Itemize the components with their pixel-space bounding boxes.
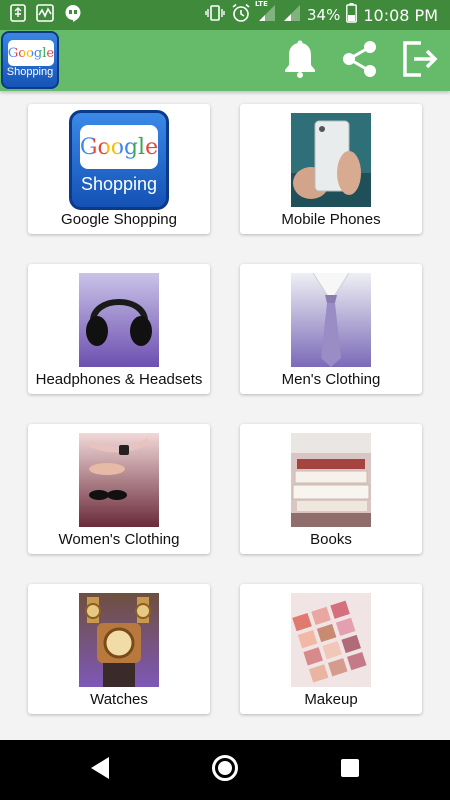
- home-icon: [211, 754, 239, 786]
- usb-icon: [10, 4, 26, 26]
- category-card-headphones[interactable]: Headphones & Headsets: [28, 264, 210, 394]
- app-logo[interactable]: Google Shopping: [1, 31, 59, 89]
- signal-icon: [283, 4, 301, 26]
- logo-subtitle: Shopping: [6, 66, 54, 78]
- app-bar: Google Shopping: [0, 30, 450, 91]
- recents-button[interactable]: [320, 740, 380, 800]
- category-label: Men's Clothing: [281, 371, 381, 388]
- back-button[interactable]: [70, 740, 130, 800]
- mobile-phones-image: [291, 113, 371, 207]
- category-card-womens-clothing[interactable]: Women's Clothing: [28, 424, 210, 554]
- alarm-icon: [231, 3, 251, 27]
- category-card-mobile-phones[interactable]: Mobile Phones: [240, 104, 422, 234]
- bell-icon: [282, 40, 318, 82]
- category-card-mens-clothing[interactable]: Men's Clothing: [240, 264, 422, 394]
- category-label: Headphones & Headsets: [35, 371, 203, 388]
- status-bar: LTE 34% 10:08 PM: [0, 0, 450, 30]
- headphones-image: [79, 273, 159, 367]
- mens-clothing-image: [291, 273, 371, 367]
- notifications-button[interactable]: [270, 30, 330, 91]
- category-label: Books: [310, 531, 352, 548]
- battery-icon: [346, 3, 358, 27]
- share-button[interactable]: [330, 30, 390, 91]
- category-card-google-shopping[interactable]: Google Shopping Google Shopping: [28, 104, 210, 234]
- category-label: Makeup: [304, 691, 358, 708]
- category-card-makeup[interactable]: Makeup: [240, 584, 422, 714]
- category-label: Watches: [90, 691, 148, 708]
- battery-percent: 34%: [307, 6, 341, 24]
- share-icon: [340, 39, 380, 83]
- category-card-watches[interactable]: Watches: [28, 584, 210, 714]
- google-shopping-logo: Google Shopping: [69, 110, 169, 210]
- logo-word: Google: [8, 40, 54, 66]
- exit-icon: [401, 40, 439, 82]
- lte-signal-icon: LTE: [255, 0, 277, 26]
- exit-button[interactable]: [390, 30, 450, 91]
- back-icon: [89, 756, 111, 784]
- home-button[interactable]: [195, 740, 255, 800]
- makeup-image: [291, 593, 371, 687]
- navigation-bar: [0, 740, 450, 800]
- watches-image: [79, 593, 159, 687]
- clock: 10:08 PM: [363, 5, 438, 25]
- category-card-books[interactable]: Books: [240, 424, 422, 554]
- recents-icon: [340, 758, 360, 782]
- hangouts-icon: [64, 4, 82, 26]
- category-label: Google Shopping: [61, 211, 177, 228]
- books-image: [291, 433, 371, 527]
- vibrate-icon: [205, 4, 225, 26]
- category-label: Mobile Phones: [281, 211, 381, 228]
- category-label: Women's Clothing: [58, 531, 180, 548]
- womens-clothing-image: [79, 433, 159, 527]
- activity-icon: [36, 4, 54, 26]
